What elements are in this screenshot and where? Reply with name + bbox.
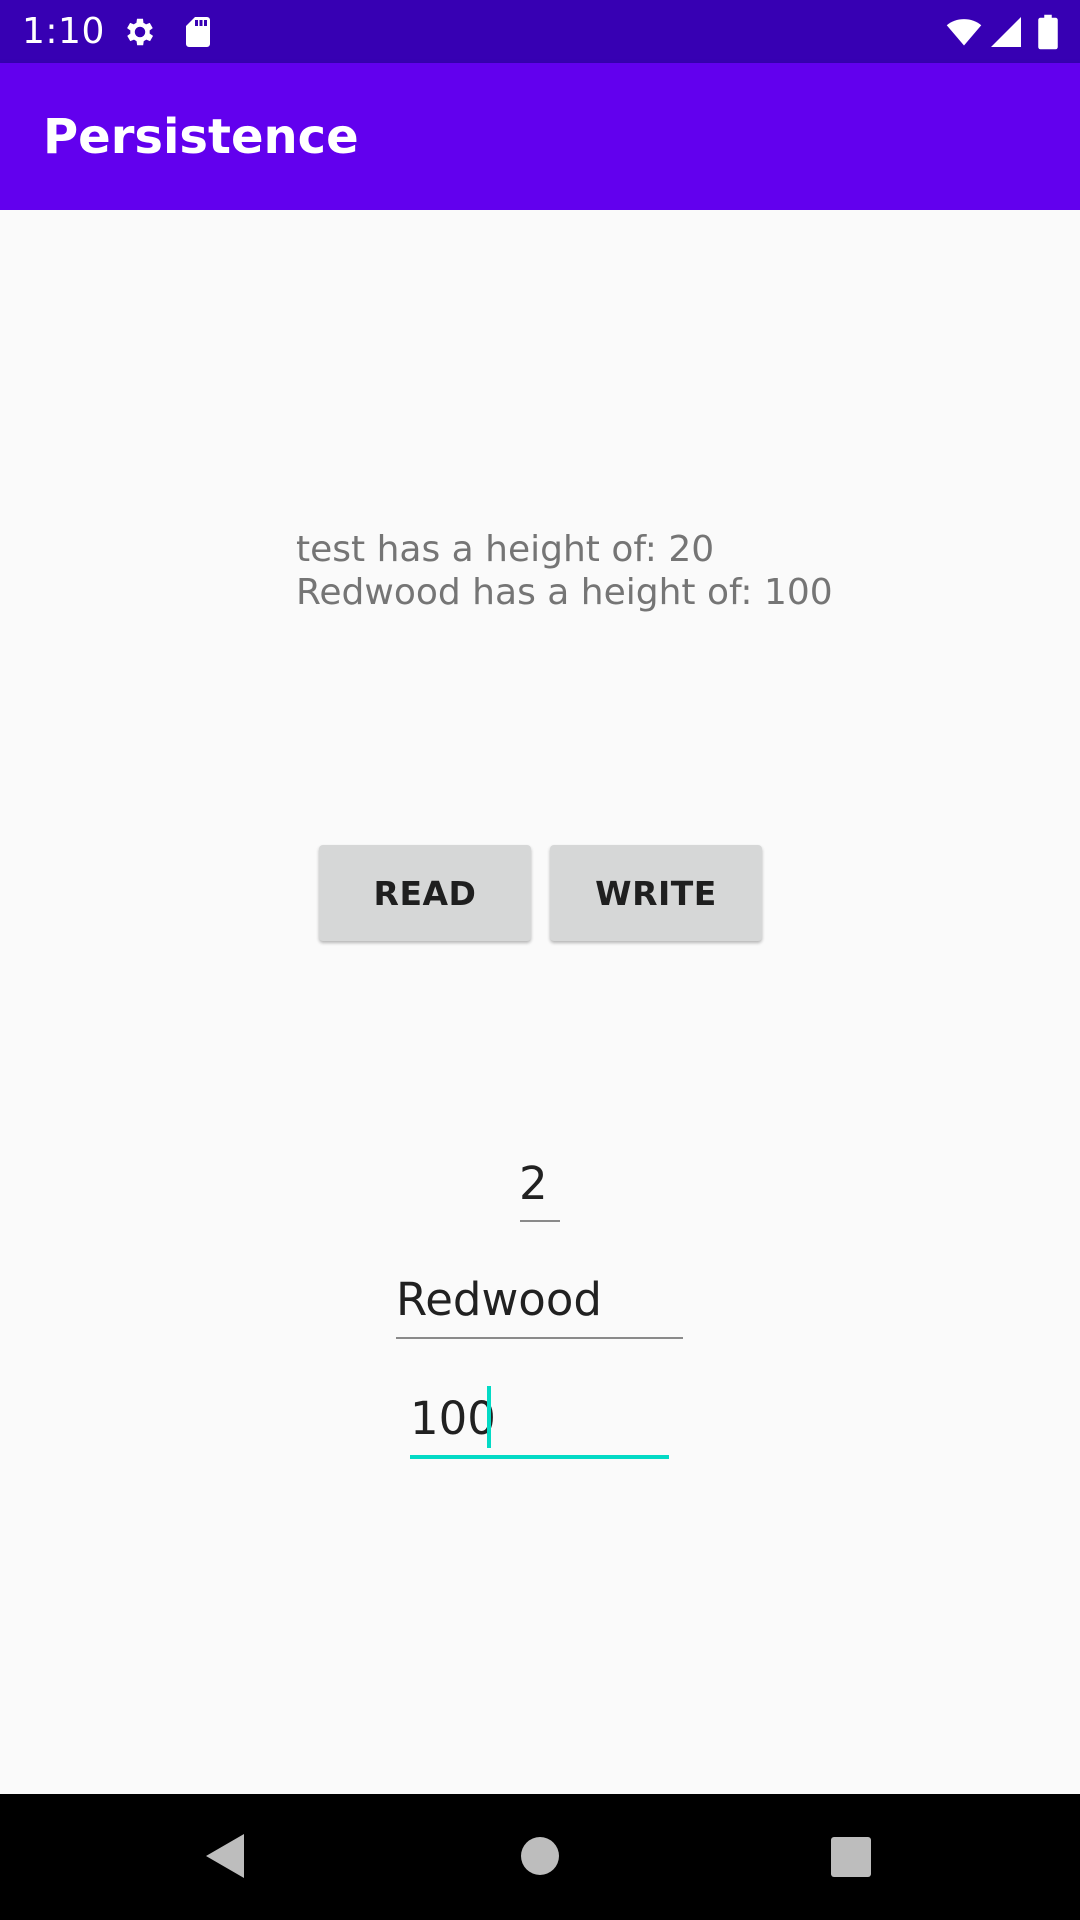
text-cursor bbox=[487, 1386, 491, 1448]
output-text: test has a height of: 20 Redwood has a h… bbox=[296, 528, 833, 614]
status-bar: 1:10 bbox=[0, 0, 1080, 63]
name-field[interactable]: Redwood bbox=[396, 1274, 602, 1326]
output-line: test has a height of: 20 bbox=[296, 529, 715, 570]
app-title: Persistence bbox=[43, 109, 359, 165]
app-bar: Persistence bbox=[0, 63, 1080, 210]
navigation-bar bbox=[0, 1794, 1080, 1920]
id-field[interactable]: 2 bbox=[519, 1158, 548, 1210]
gear-icon bbox=[122, 14, 158, 50]
cell-signal-icon bbox=[988, 14, 1024, 50]
output-line: Redwood has a height of: 100 bbox=[296, 572, 833, 613]
id-field-underline bbox=[520, 1220, 560, 1222]
name-field-underline bbox=[396, 1337, 683, 1339]
height-field[interactable]: 100 bbox=[410, 1393, 496, 1445]
sd-card-icon bbox=[180, 14, 216, 50]
back-icon[interactable] bbox=[204, 1832, 246, 1884]
height-field-underline bbox=[410, 1455, 669, 1459]
main-content: test has a height of: 20 Redwood has a h… bbox=[0, 210, 1080, 1794]
write-button[interactable]: WRITE bbox=[550, 845, 762, 941]
status-time: 1:10 bbox=[22, 11, 105, 52]
home-icon[interactable] bbox=[520, 1836, 560, 1880]
recents-icon[interactable] bbox=[831, 1837, 871, 1881]
read-button[interactable]: READ bbox=[319, 845, 531, 941]
wifi-icon bbox=[944, 14, 984, 50]
battery-icon bbox=[1036, 14, 1060, 50]
